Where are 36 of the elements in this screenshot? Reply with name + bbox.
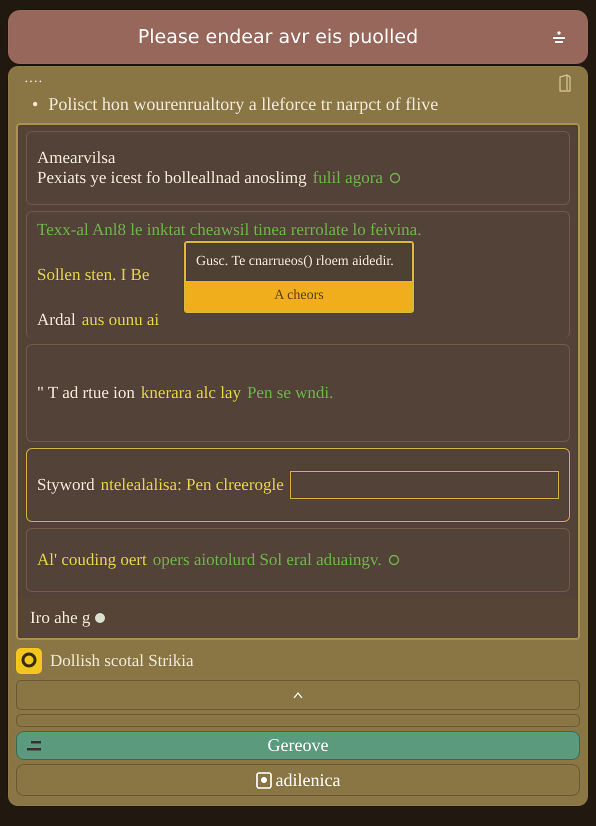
- header-title: Please endear avr eis puolled: [138, 26, 418, 48]
- section-label: Dollish scotal Strikia: [50, 651, 194, 671]
- card-text: opers aiotolurd Sol eral aduaingv.: [152, 550, 382, 570]
- card-text: Sollen sten. I Be: [37, 265, 150, 285]
- card-text: Al' couding oert: [37, 550, 147, 570]
- info-icon[interactable]: [388, 171, 401, 185]
- dot-icon: [94, 612, 106, 624]
- card-text: knerara alc lay: [140, 383, 241, 403]
- card-title: Amearvilsa: [37, 148, 116, 168]
- app-icon: [16, 648, 42, 674]
- secondary-button[interactable]: adilenica: [16, 764, 580, 796]
- footer-text: Iro ahe g: [30, 608, 90, 628]
- card-text: ntelealalisa: Pen clreerogle: [100, 475, 284, 495]
- card-text: fulil agora: [312, 168, 383, 188]
- card-text: Styword: [37, 475, 95, 495]
- card-text: Pen se wndi.: [246, 383, 334, 403]
- document-icon[interactable]: [558, 74, 572, 92]
- card-text: " T ad rtue ion: [37, 383, 135, 403]
- menu-icon[interactable]: [552, 30, 566, 46]
- caret-icon: [293, 690, 303, 699]
- card-text: Ardal: [37, 310, 76, 330]
- intro-text: Polisct hon wourenrualtory a lleforce tr narpct of flive: [48, 94, 438, 115]
- card-text: aus ounu ai: [82, 310, 160, 330]
- dots: ····: [24, 75, 43, 91]
- menu-icon: [27, 740, 43, 752]
- info-icon[interactable]: [388, 553, 400, 567]
- bullet: •: [32, 94, 38, 115]
- input-field[interactable]: [16, 714, 580, 728]
- input-field[interactable]: [290, 471, 559, 499]
- primary-button[interactable]: Gereove: [16, 731, 580, 760]
- popover-button[interactable]: A cheors: [186, 281, 412, 312]
- input-field[interactable]: [16, 680, 580, 710]
- popover-text: Gusc. Te cnarrueos() rloem aidedir.: [195, 253, 395, 271]
- image-icon: [256, 771, 272, 790]
- card-text: Texx-al Anl8 le inktat cheawsil tinea rerrolate lo feivina.: [37, 220, 422, 240]
- card-text: Pexiats ye icest fo bolleallnad anoslimg: [37, 168, 307, 188]
